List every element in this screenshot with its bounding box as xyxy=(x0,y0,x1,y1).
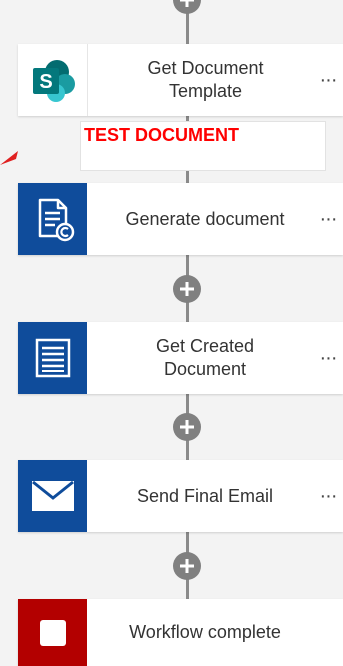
step-label: Get Created Document xyxy=(155,336,255,379)
step-card-get-created-document[interactable]: Get Created Document ··· xyxy=(18,322,343,394)
annotation-arrow-icon xyxy=(0,151,18,165)
step-label: Workflow complete xyxy=(129,622,281,642)
step-label: Get Document Template xyxy=(147,58,264,101)
step-icon-box xyxy=(18,599,87,666)
step-icon-box: S xyxy=(18,44,88,116)
step-card-get-document-template[interactable]: S Get Document Template ··· xyxy=(18,44,343,116)
plus-icon xyxy=(180,282,194,296)
sharepoint-icon: S xyxy=(32,60,75,102)
document-generate-icon xyxy=(38,198,74,242)
stop-icon xyxy=(39,619,66,646)
step-card-generate-document[interactable]: Generate document ··· xyxy=(18,183,343,255)
document-lines-icon xyxy=(35,338,70,378)
add-step-button-2[interactable] xyxy=(173,413,201,441)
plus-icon xyxy=(180,420,194,434)
add-step-button-1[interactable] xyxy=(173,275,201,303)
step-icon-box xyxy=(18,460,87,532)
email-icon xyxy=(31,480,74,511)
add-step-button-top[interactable] xyxy=(173,0,201,14)
step-icon-box xyxy=(18,322,87,394)
step-label: Send Final Email xyxy=(136,485,274,506)
plus-icon xyxy=(180,559,194,573)
step-card-send-final-email[interactable]: Send Final Email ··· xyxy=(18,460,343,532)
more-options-button[interactable]: ··· xyxy=(315,70,341,90)
step-icon-box xyxy=(18,183,87,255)
more-options-button[interactable]: ··· xyxy=(315,209,341,229)
plus-icon xyxy=(180,0,194,7)
step-label: Generate document xyxy=(125,208,285,229)
annotation-box: TEST DOCUMENT xyxy=(80,121,326,171)
svg-text:S: S xyxy=(39,71,52,93)
more-options-button[interactable]: ··· xyxy=(315,486,341,506)
step-card-workflow-complete[interactable]: Workflow complete xyxy=(18,599,343,666)
annotation-text: TEST DOCUMENT xyxy=(84,125,239,145)
more-options-button[interactable]: ··· xyxy=(315,348,341,368)
add-step-button-3[interactable] xyxy=(173,552,201,580)
